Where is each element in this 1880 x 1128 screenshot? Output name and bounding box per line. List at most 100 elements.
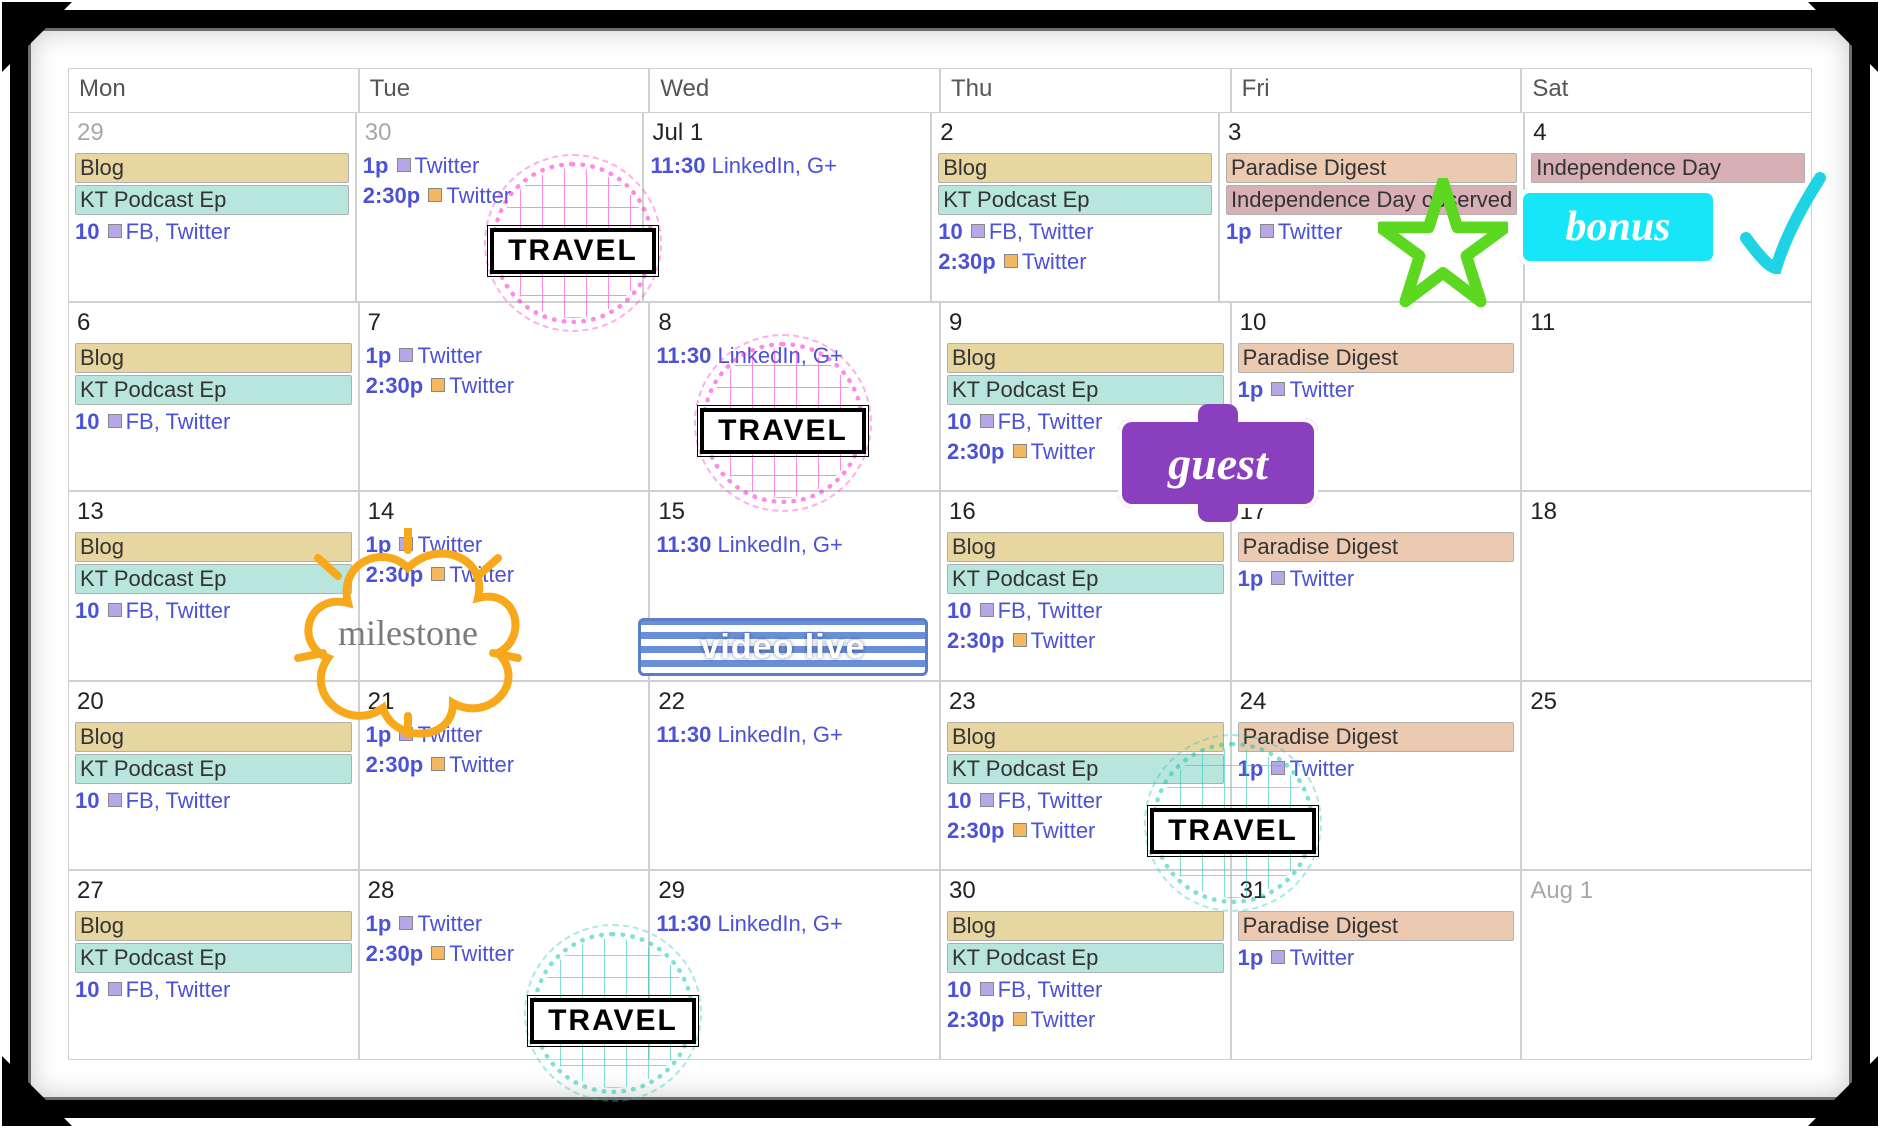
calendar-day[interactable]: 2211:30 LinkedIn, G+ [649, 681, 940, 871]
all-day-event[interactable]: Paradise Digest [1238, 532, 1515, 562]
timed-event[interactable]: 10 FB, Twitter [75, 975, 352, 1005]
calendar-day[interactable]: 9BlogKT Podcast Ep10 FB, Twitter2:30p Tw… [940, 302, 1231, 492]
color-chip-icon [431, 757, 445, 771]
all-day-event[interactable]: KT Podcast Ep [75, 375, 352, 405]
calendar-day[interactable]: 1511:30 LinkedIn, G+ [649, 491, 940, 681]
timed-event[interactable]: 2:30p Twitter [947, 626, 1224, 656]
all-day-event[interactable]: Blog [947, 911, 1224, 941]
all-day-event[interactable]: Blog [75, 343, 352, 373]
timed-event[interactable]: 1p Twitter [363, 151, 637, 181]
timed-event[interactable]: 1p Twitter [366, 341, 643, 371]
calendar-day[interactable]: 20BlogKT Podcast Ep10 FB, Twitter [68, 681, 359, 871]
timed-event[interactable]: 1p Twitter [1238, 754, 1515, 784]
calendar-day[interactable]: 71p Twitter2:30p Twitter [359, 302, 650, 492]
all-day-event[interactable]: Independence Day observed [1226, 185, 1517, 215]
all-day-event[interactable]: Paradise Digest [1226, 153, 1517, 183]
calendar-day[interactable]: 2BlogKT Podcast Ep10 FB, Twitter2:30p Tw… [931, 112, 1219, 302]
timed-event[interactable]: 1p Twitter [366, 909, 643, 939]
all-day-event[interactable]: Paradise Digest [1238, 343, 1515, 373]
all-day-event[interactable]: Paradise Digest [1238, 911, 1515, 941]
timed-event[interactable]: 2:30p Twitter [938, 247, 1212, 277]
timed-event[interactable]: 10 FB, Twitter [75, 786, 352, 816]
timed-event[interactable]: 11:30 LinkedIn, G+ [656, 909, 933, 939]
timed-event[interactable]: 1p Twitter [1238, 943, 1515, 973]
timed-event[interactable]: 10 FB, Twitter [947, 786, 1224, 816]
weekday-header: Sat [1521, 68, 1812, 112]
timed-event[interactable]: 11:30 LinkedIn, G+ [656, 720, 933, 750]
all-day-event[interactable]: KT Podcast Ep [947, 754, 1224, 784]
timed-event[interactable]: 2:30p Twitter [366, 750, 643, 780]
calendar-day[interactable]: 2911:30 LinkedIn, G+ [649, 870, 940, 1060]
calendar-day[interactable]: 141p Twitter2:30p Twitter [359, 491, 650, 681]
timed-event[interactable]: 10 FB, Twitter [75, 217, 349, 247]
calendar-day[interactable]: 24Paradise Digest1p Twitter [1231, 681, 1522, 871]
calendar-day[interactable]: 10Paradise Digest1p Twitter [1231, 302, 1522, 492]
timed-event[interactable]: 2:30p Twitter [947, 816, 1224, 846]
timed-event[interactable]: 2:30p Twitter [366, 939, 643, 969]
all-day-event[interactable]: KT Podcast Ep [75, 754, 352, 784]
all-day-event[interactable]: Blog [947, 722, 1224, 752]
timed-event[interactable]: 2:30p Twitter [366, 371, 643, 401]
calendar-day[interactable]: 811:30 LinkedIn, G+ [649, 302, 940, 492]
calendar-day[interactable]: 30BlogKT Podcast Ep10 FB, Twitter2:30p T… [940, 870, 1231, 1060]
calendar-day[interactable]: 4Independence Day [1524, 112, 1812, 302]
day-number: 14 [366, 496, 643, 530]
timed-event[interactable]: 11:30 LinkedIn, G+ [650, 151, 924, 181]
day-number: 30 [947, 875, 1224, 909]
timed-event[interactable]: 10 FB, Twitter [947, 596, 1224, 626]
calendar-day[interactable]: 17Paradise Digest1p Twitter [1231, 491, 1522, 681]
calendar-day[interactable]: 23BlogKT Podcast Ep10 FB, Twitter2:30p T… [940, 681, 1231, 871]
timed-event[interactable]: 2:30p Twitter [366, 560, 643, 590]
timed-event[interactable]: 2:30p Twitter [363, 181, 637, 211]
timed-event[interactable]: 10 FB, Twitter [938, 217, 1212, 247]
calendar-day[interactable]: 211p Twitter2:30p Twitter [359, 681, 650, 871]
all-day-event[interactable]: KT Podcast Ep [75, 943, 352, 973]
day-number: 9 [947, 307, 1224, 341]
timed-event[interactable]: 10 FB, Twitter [947, 975, 1224, 1005]
calendar-day[interactable]: 301p Twitter2:30p Twitter [356, 112, 644, 302]
all-day-event[interactable]: Blog [75, 153, 349, 183]
timed-event[interactable]: 10 FB, Twitter [75, 596, 352, 626]
timed-event[interactable]: 10 FB, Twitter [75, 407, 352, 437]
timed-event[interactable]: 1p Twitter [1226, 217, 1517, 247]
timed-event[interactable]: 11:30 LinkedIn, G+ [656, 341, 933, 371]
calendar-day[interactable]: 16BlogKT Podcast Ep10 FB, Twitter2:30p T… [940, 491, 1231, 681]
timed-event[interactable]: 1p Twitter [366, 720, 643, 750]
all-day-event[interactable]: Blog [947, 343, 1224, 373]
timed-event[interactable]: 2:30p Twitter [947, 1005, 1224, 1035]
all-day-event[interactable]: Paradise Digest [1238, 722, 1515, 752]
timed-event[interactable]: 10 FB, Twitter [947, 407, 1224, 437]
day-number: 17 [1238, 496, 1515, 530]
all-day-event[interactable]: KT Podcast Ep [947, 564, 1224, 594]
calendar-day[interactable]: 27BlogKT Podcast Ep10 FB, Twitter [68, 870, 359, 1060]
calendar-day[interactable]: 11 [1521, 302, 1812, 492]
calendar-day[interactable]: Aug 1 [1521, 870, 1812, 1060]
calendar-day[interactable]: 29BlogKT Podcast Ep10 FB, Twitter [68, 112, 356, 302]
all-day-event[interactable]: Blog [938, 153, 1212, 183]
all-day-event[interactable]: Blog [75, 722, 352, 752]
timed-event[interactable]: 2:30p Twitter [947, 437, 1224, 467]
calendar-day[interactable]: 281p Twitter2:30p Twitter [359, 870, 650, 1060]
calendar-day[interactable]: 6BlogKT Podcast Ep10 FB, Twitter [68, 302, 359, 492]
all-day-event[interactable]: Blog [75, 911, 352, 941]
all-day-event[interactable]: Blog [75, 532, 352, 562]
all-day-event[interactable]: KT Podcast Ep [938, 185, 1212, 215]
timed-event[interactable]: 1p Twitter [366, 530, 643, 560]
timed-event[interactable]: 11:30 LinkedIn, G+ [656, 530, 933, 560]
calendar-day[interactable]: 31Paradise Digest1p Twitter [1231, 870, 1522, 1060]
all-day-event[interactable]: KT Podcast Ep [947, 943, 1224, 973]
all-day-event[interactable]: Blog [947, 532, 1224, 562]
calendar-day[interactable]: 25 [1521, 681, 1812, 871]
timed-event[interactable]: 1p Twitter [1238, 564, 1515, 594]
calendar-week: 27BlogKT Podcast Ep10 FB, Twitter281p Tw… [68, 870, 1812, 1060]
calendar-day[interactable]: 3Paradise DigestIndependence Day observe… [1219, 112, 1524, 302]
timed-event[interactable]: 1p Twitter [1238, 375, 1515, 405]
all-day-event[interactable]: KT Podcast Ep [75, 185, 349, 215]
all-day-event[interactable]: Independence Day [1531, 153, 1805, 183]
calendar-day[interactable]: 13BlogKT Podcast Ep10 FB, Twitter [68, 491, 359, 681]
all-day-event[interactable]: KT Podcast Ep [75, 564, 352, 594]
day-number: 28 [366, 875, 643, 909]
all-day-event[interactable]: KT Podcast Ep [947, 375, 1224, 405]
calendar-day[interactable]: 18 [1521, 491, 1812, 681]
calendar-day[interactable]: Jul 111:30 LinkedIn, G+ [643, 112, 931, 302]
